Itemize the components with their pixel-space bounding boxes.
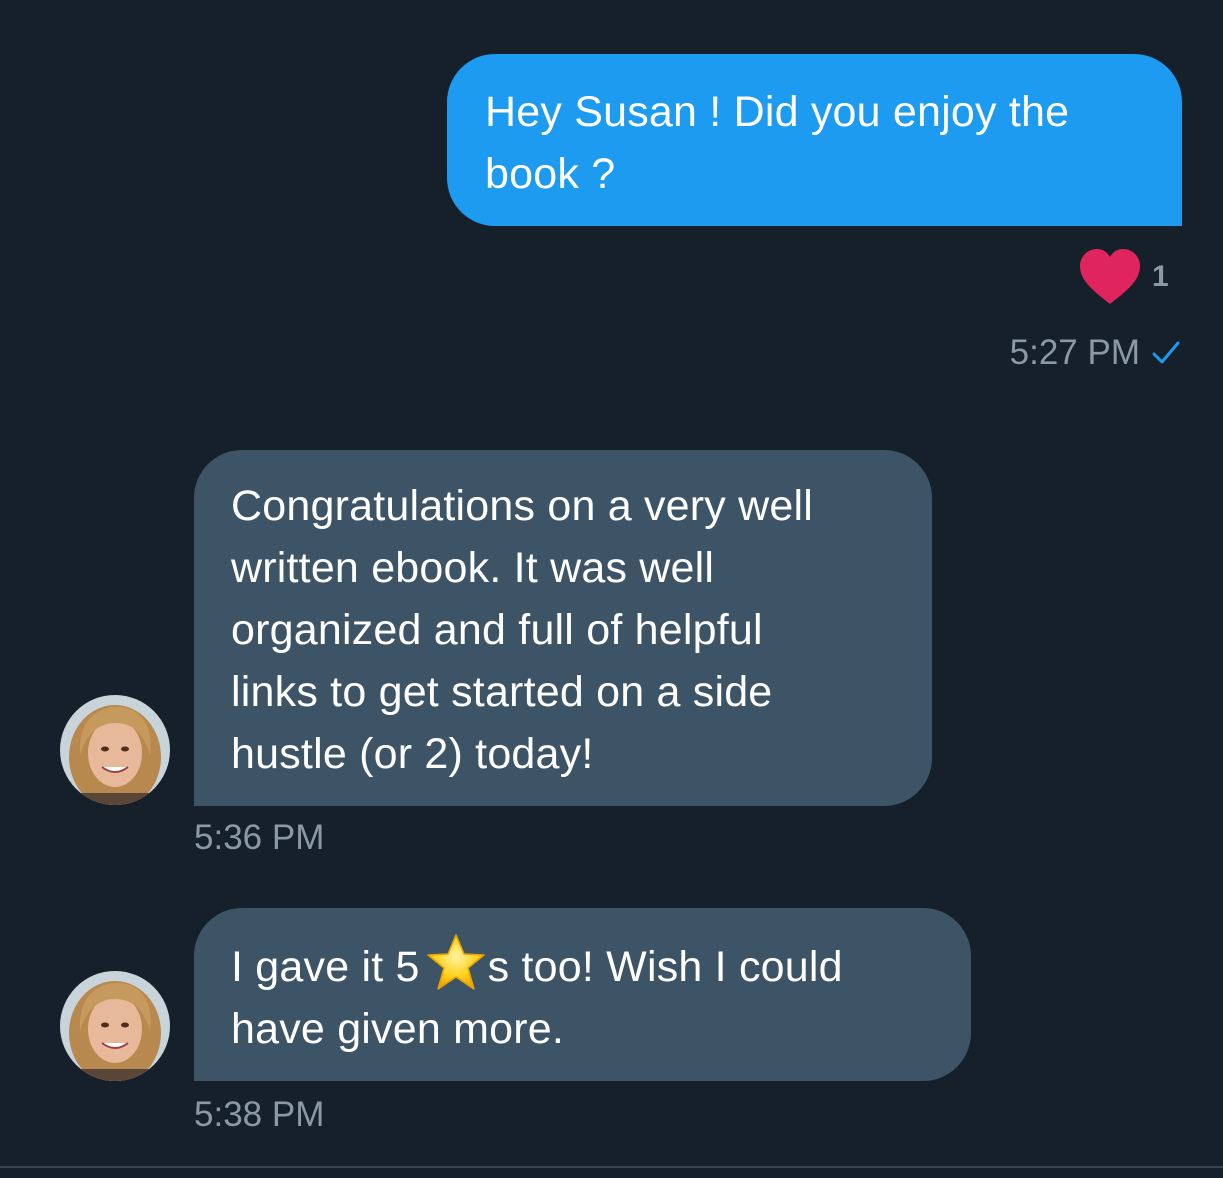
message-text-line: I gave it 5 s too! Wish I could (231, 933, 941, 998)
message-text-part: I gave it 5 (231, 943, 420, 991)
message-text-line: Congratulations on a very well (231, 482, 814, 530)
timestamp-text: 5:27 PM (1009, 333, 1140, 372)
user-avatar[interactable] (60, 971, 170, 1081)
incoming-timestamp: 5:36 PM (194, 818, 325, 857)
avatar-image (60, 971, 170, 1081)
message-reaction[interactable]: 1 (1078, 248, 1169, 306)
message-text-line: Hey Susan ! Did you enjoy the (485, 88, 1070, 136)
composer-divider (0, 1166, 1223, 1168)
message-text-line: written ebook. It was well (231, 544, 715, 592)
message-text-line: have given more. (231, 1005, 565, 1053)
message-text-line: links to get started on a side (231, 668, 773, 716)
heart-icon (1080, 249, 1140, 304)
message-text-line: book ? (485, 150, 616, 198)
incoming-message-bubble[interactable]: Congratulations on a very well written e… (194, 450, 932, 806)
checkmark-icon (1152, 341, 1180, 364)
message-text-line: hustle (or 2) today! (231, 730, 594, 778)
avatar-image (60, 695, 170, 805)
outgoing-message-bubble[interactable]: Hey Susan ! Did you enjoy the book ? (447, 54, 1182, 226)
outgoing-timestamp: 5:27 PM (1010, 333, 1180, 373)
star-emoji-icon (426, 934, 485, 990)
incoming-timestamp: 5:38 PM (194, 1095, 325, 1134)
message-text-part: s too! Wish I could (487, 943, 843, 991)
incoming-message-bubble[interactable]: I gave it 5 s too! Wish I could have giv… (194, 908, 971, 1081)
reaction-count: 1 (1152, 260, 1169, 293)
message-text-line: organized and full of helpful (231, 606, 763, 654)
user-avatar[interactable] (60, 695, 170, 805)
